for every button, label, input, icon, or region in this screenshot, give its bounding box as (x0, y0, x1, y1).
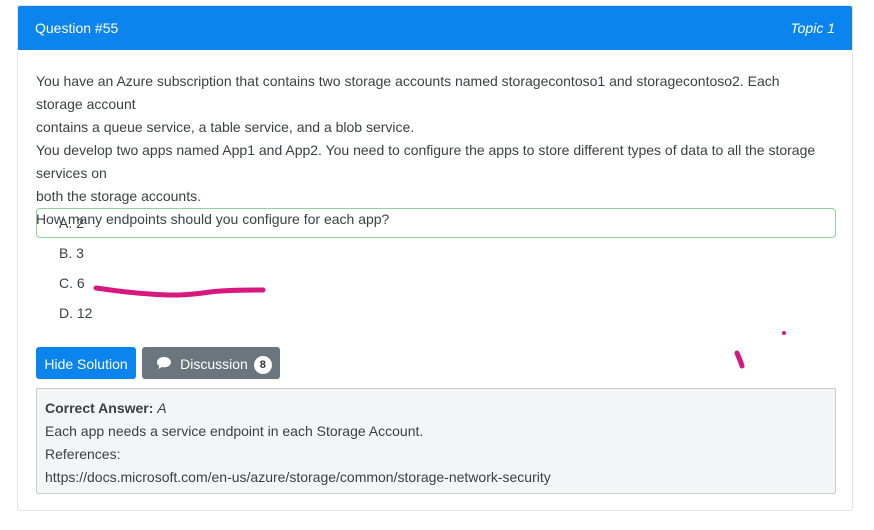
correct-answer-label: Correct Answer: (45, 400, 154, 416)
hide-solution-button[interactable]: Hide Solution (36, 347, 136, 379)
answer-explanation: Each app needs a service endpoint in eac… (45, 423, 424, 439)
discussion-label: Discussion (180, 356, 248, 372)
choice-a[interactable]: A. 2 (36, 208, 836, 238)
question-line: contains a queue service, a table servic… (36, 119, 415, 135)
chat-bubble-icon (156, 349, 172, 381)
discussion-count-badge: 8 (253, 356, 272, 375)
correct-answer-value: A (157, 400, 167, 416)
choice-d[interactable]: D. 12 (36, 298, 836, 328)
question-line: both the storage accounts. (36, 188, 201, 204)
reference-link[interactable]: https://docs.microsoft.com/en-us/azure/s… (45, 466, 827, 489)
question-header: Question #55 Topic 1 (18, 6, 852, 50)
choice-c[interactable]: C. 6 (36, 268, 836, 298)
discussion-button[interactable]: Discussion 8 (142, 347, 280, 379)
choice-list: A. 2 B. 3 C. 6 D. 12 (36, 208, 836, 328)
question-title: Question #55 (35, 20, 119, 36)
question-card: Question #55 Topic 1 You have an Azure s… (17, 5, 853, 511)
references-label: References: (45, 446, 121, 462)
question-text: You have an Azure subscription that cont… (36, 70, 826, 231)
topic-label: Topic 1 (790, 20, 835, 36)
correct-answer-line: Correct Answer: A (45, 397, 827, 420)
question-line: You have an Azure subscription that cont… (36, 73, 780, 112)
question-line: You develop two apps named App1 and App2… (36, 142, 816, 181)
choice-b[interactable]: B. 3 (36, 238, 836, 268)
answer-box: Correct Answer: A Each app needs a servi… (36, 388, 836, 494)
